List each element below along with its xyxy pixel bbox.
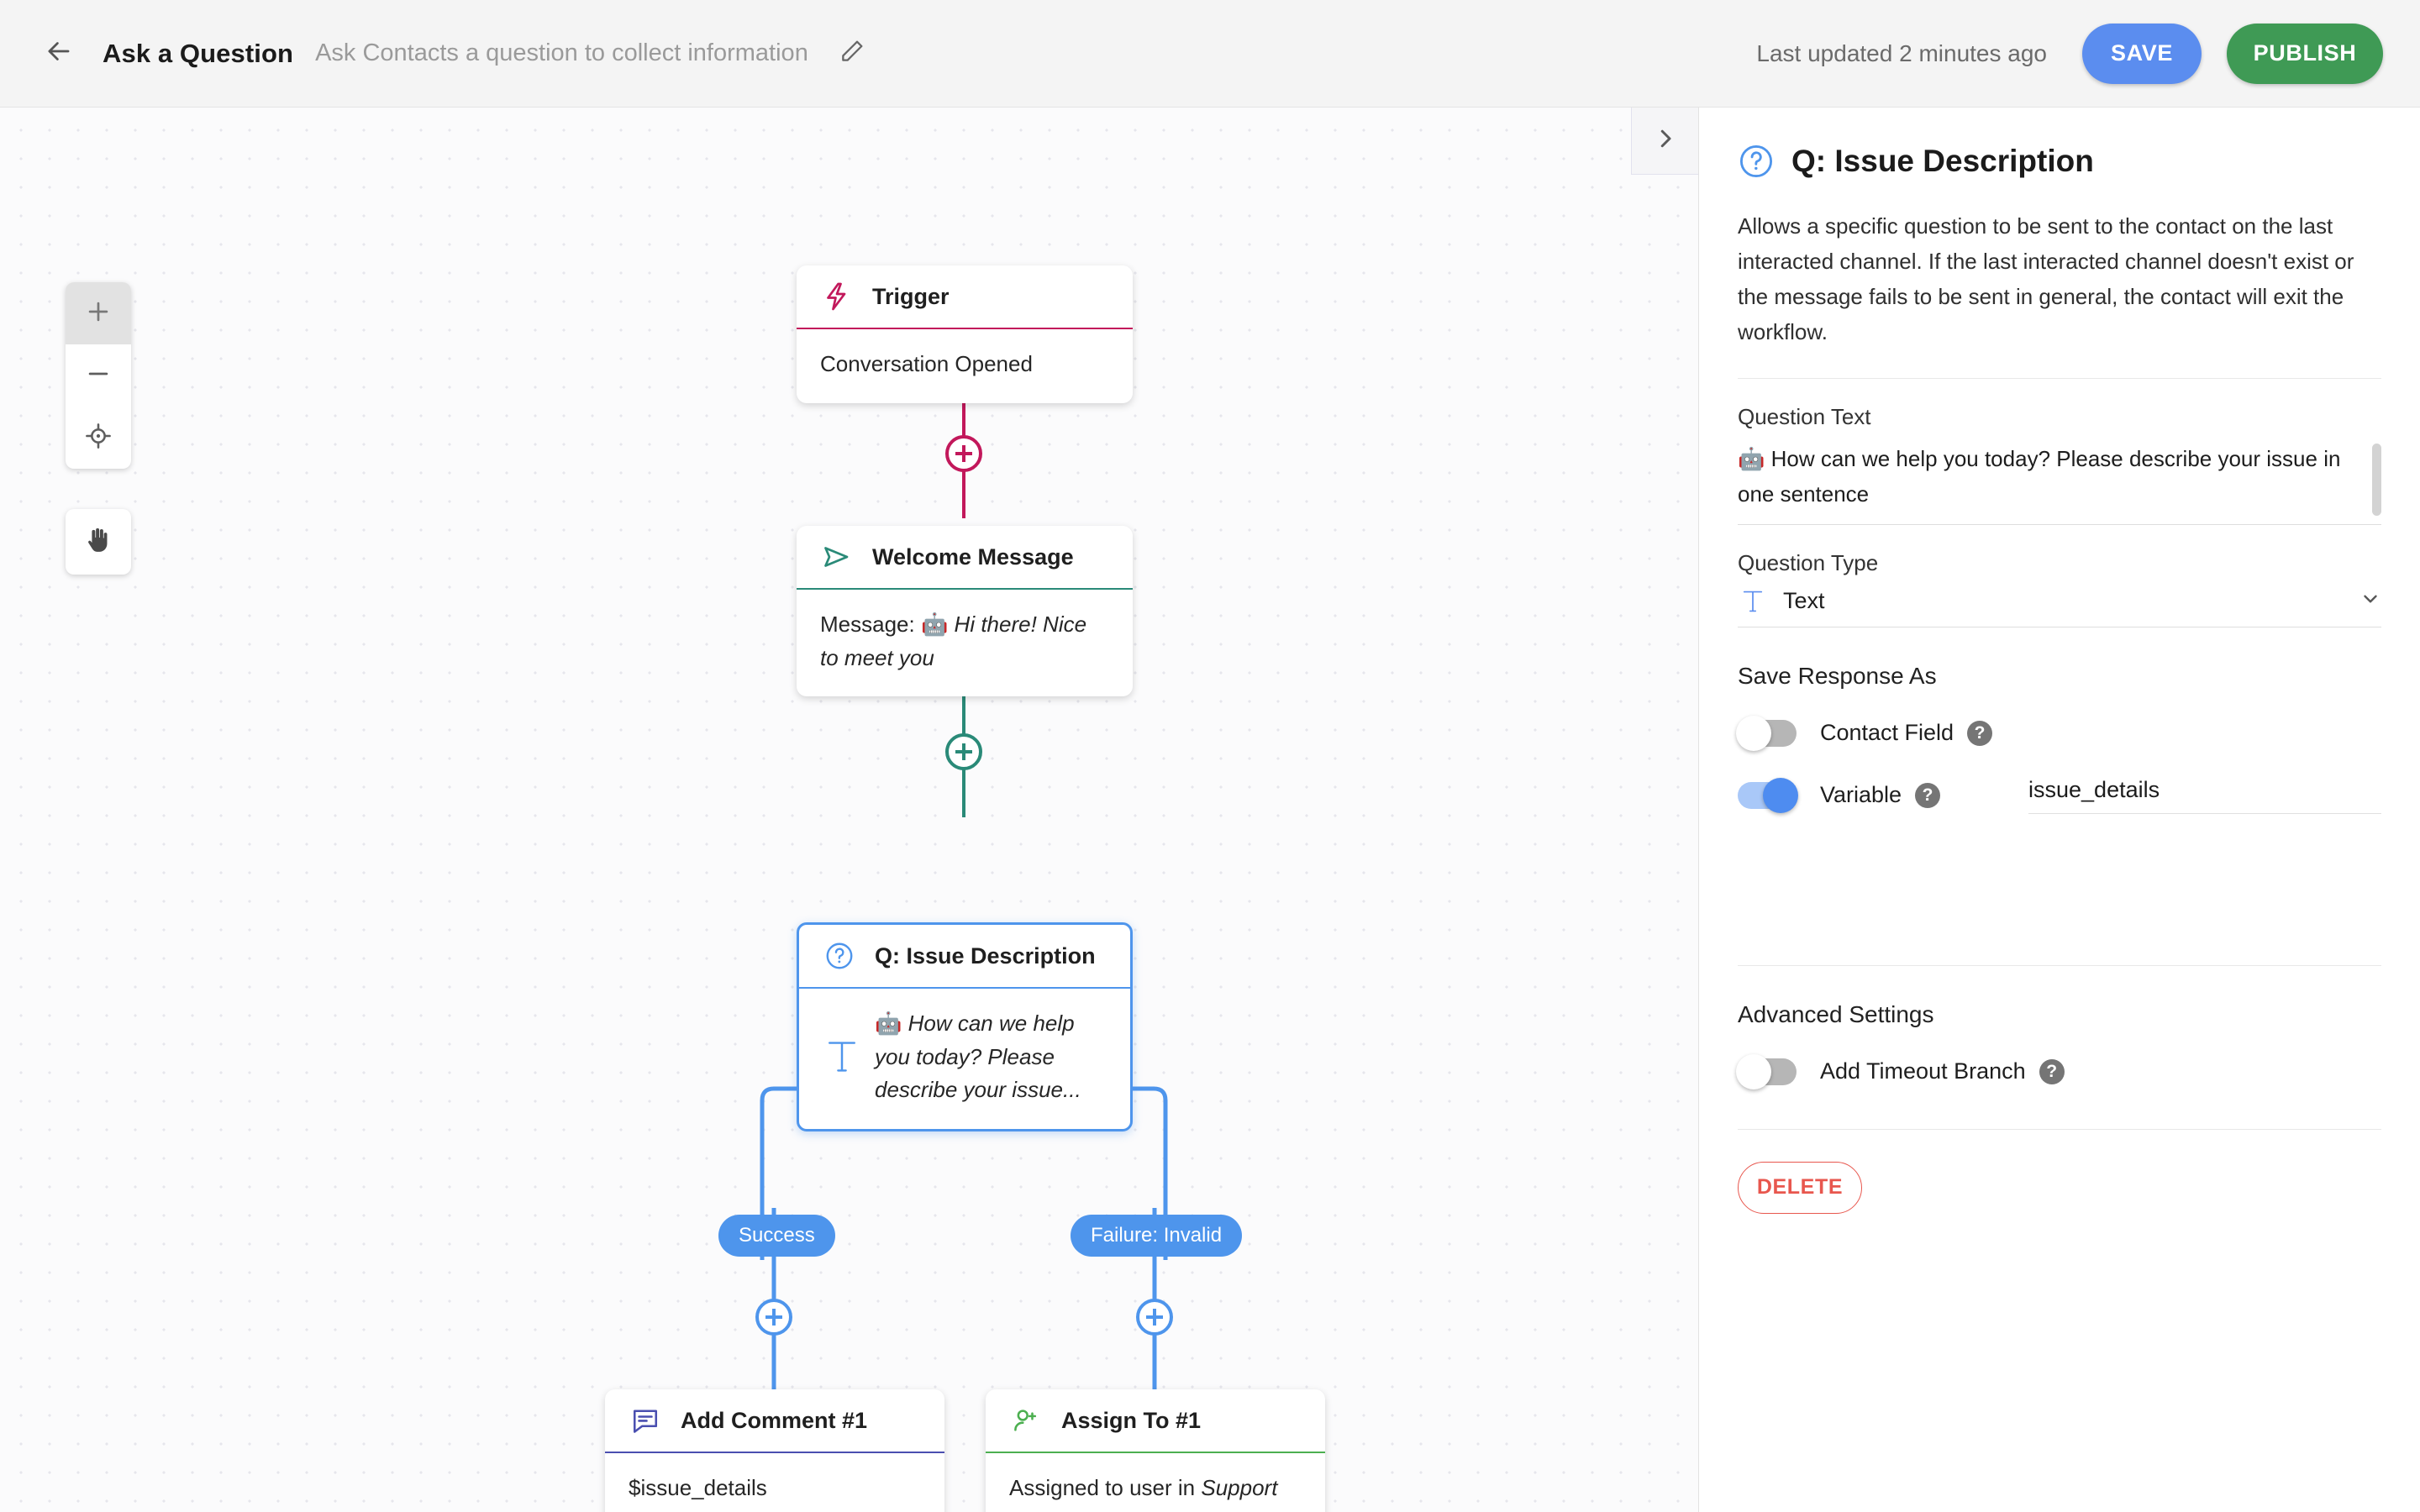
edit-title-button[interactable]: [832, 34, 872, 74]
question-type-select[interactable]: Text: [1738, 588, 2381, 627]
question-type-value: Text: [1783, 588, 1825, 614]
timeout-branch-toggle[interactable]: [1736, 1053, 1797, 1089]
panel-header: Q: Issue Description: [1738, 143, 2381, 180]
zoom-controls: [66, 282, 131, 469]
plus-icon: [84, 297, 113, 330]
advanced-settings-label: Advanced Settings: [1738, 1000, 1934, 1027]
node-trigger[interactable]: Trigger Conversation Opened: [797, 265, 1133, 403]
panel-title: Q: Issue Description: [1791, 144, 2094, 178]
node-header: Q: Issue Description: [799, 925, 1130, 989]
node-header: Add Comment #1: [605, 1389, 944, 1453]
node-body-prefix: Assigned to user in: [1009, 1475, 1202, 1500]
question-text-label: Question Text: [1738, 404, 1871, 430]
workflow-subtitle: Ask Contacts a question to collect infor…: [315, 39, 808, 66]
workflow-title: Ask a Question: [103, 38, 294, 68]
robot-emoji: 🤖: [875, 1011, 902, 1036]
contact-field-toggle[interactable]: [1736, 715, 1797, 751]
node-body: Message: 🤖 Hi there! Nice to meet you: [797, 590, 1133, 696]
node-title: Welcome Message: [872, 543, 1074, 570]
advanced-divider: [1738, 964, 2381, 966]
panel-description: Allows a specific question to be sent to…: [1738, 208, 2381, 380]
node-welcome-message[interactable]: Welcome Message Message: 🤖 Hi there! Nic…: [797, 526, 1133, 697]
add-node-after-welcome: [945, 733, 982, 770]
user-plus-icon: [1009, 1404, 1043, 1437]
node-q-issue-description[interactable]: Q: Issue Description 🤖 How can we help y…: [797, 922, 1133, 1131]
node-assign-to-1[interactable]: Assign To #1 Assigned to user in Support…: [986, 1389, 1325, 1512]
text-type-icon: [1738, 588, 1768, 615]
node-body: 🤖 How can we help you today? Please desc…: [799, 989, 1130, 1129]
variable-toggle[interactable]: [1738, 777, 1798, 813]
variable-name-input[interactable]: issue_details: [2028, 777, 2381, 814]
add-node-after-trigger: [945, 435, 982, 472]
help-icon[interactable]: ?: [2039, 1058, 2065, 1084]
top-bar-actions: Last updated 2 minutes ago SAVE PUBLISH: [1756, 23, 2383, 84]
send-icon: [820, 540, 854, 574]
node-header: Assign To #1: [986, 1389, 1325, 1453]
branch-label-failure-invalid[interactable]: Failure: Invalid: [1071, 1215, 1243, 1257]
back-button[interactable]: [35, 30, 82, 77]
add-node-failure-branch: [1136, 1299, 1173, 1336]
save-response-as-label: Save Response As: [1738, 662, 1937, 689]
contact-field-row: Contact Field ?: [1736, 715, 2381, 751]
node-properties-panel: Q: Issue Description Allows a specific q…: [1698, 108, 2420, 1512]
node-body: $issue_details: [629, 1475, 767, 1500]
top-bar: Ask a Question Ask Contacts a question t…: [0, 0, 2420, 108]
collapse-panel-button[interactable]: [1631, 108, 1698, 175]
hand-icon: [82, 524, 114, 560]
help-icon[interactable]: ?: [1915, 782, 1941, 808]
add-node-success-branch: [755, 1299, 792, 1336]
node-body: Assigned to user in Support team: [986, 1453, 1325, 1512]
zoom-out-button[interactable]: [66, 344, 131, 407]
node-header: Trigger: [797, 265, 1133, 329]
question-circle-icon: [823, 939, 856, 973]
save-button[interactable]: SAVE: [2082, 23, 2202, 84]
crosshair-icon: [84, 422, 113, 454]
lightning-bolt-icon: [820, 280, 854, 313]
recenter-button[interactable]: [66, 407, 131, 469]
node-body: Conversation Opened: [820, 351, 1033, 376]
node-body-prefix: Message:: [820, 612, 921, 637]
node-add-comment-1[interactable]: Add Comment #1 $issue_details: [605, 1389, 944, 1512]
question-text-input[interactable]: 🤖 How can we help you today? Please desc…: [1738, 442, 2381, 525]
zoom-in-button[interactable]: [66, 282, 131, 344]
node-title: Trigger: [872, 283, 950, 309]
node-header: Welcome Message: [797, 526, 1133, 590]
robot-emoji: 🤖: [920, 612, 949, 637]
node-title: Add Comment #1: [681, 1407, 868, 1433]
chevron-down-icon: [2360, 588, 2381, 614]
question-text-scrollbar[interactable]: [2372, 444, 2381, 517]
node-body-italic: How can we help you today? Please descri…: [875, 1011, 1081, 1103]
publish-button[interactable]: PUBLISH: [2227, 23, 2383, 84]
question-type-label: Question Type: [1738, 549, 1879, 575]
last-updated-text: Last updated 2 minutes ago: [1756, 39, 2047, 66]
node-body-suffix: team: [1009, 1509, 1058, 1512]
question-circle-icon: [1738, 143, 1775, 180]
delete-button[interactable]: DELETE: [1738, 1161, 1862, 1214]
minus-icon: [84, 360, 113, 392]
text-type-icon: [823, 1037, 861, 1076]
chevron-right-icon: [1653, 126, 1678, 155]
branch-label-success[interactable]: Success: [718, 1215, 835, 1257]
comment-icon: [629, 1404, 662, 1437]
node-body-italic: Support: [1201, 1475, 1278, 1500]
pan-tool-button[interactable]: [66, 509, 131, 575]
variable-row: Variable ? issue_details: [1738, 777, 2381, 814]
delete-divider: [1738, 1128, 2381, 1130]
node-title: Assign To #1: [1061, 1407, 1202, 1433]
workflow-canvas[interactable]: Trigger Conversation Opened Welcome Mess…: [0, 108, 1698, 1512]
variable-label: Variable: [1820, 782, 1902, 808]
node-title: Q: Issue Description: [875, 942, 1096, 969]
timeout-branch-label: Add Timeout Branch: [1820, 1058, 2026, 1084]
help-icon[interactable]: ?: [1967, 720, 1993, 746]
arrow-left-icon: [43, 35, 75, 71]
pencil-icon: [839, 38, 865, 69]
timeout-branch-row: Add Timeout Branch ?: [1736, 1053, 2381, 1089]
contact-field-label: Contact Field: [1820, 720, 1954, 746]
question-text-wrapper: 🤖 How can we help you today? Please desc…: [1738, 442, 2381, 525]
